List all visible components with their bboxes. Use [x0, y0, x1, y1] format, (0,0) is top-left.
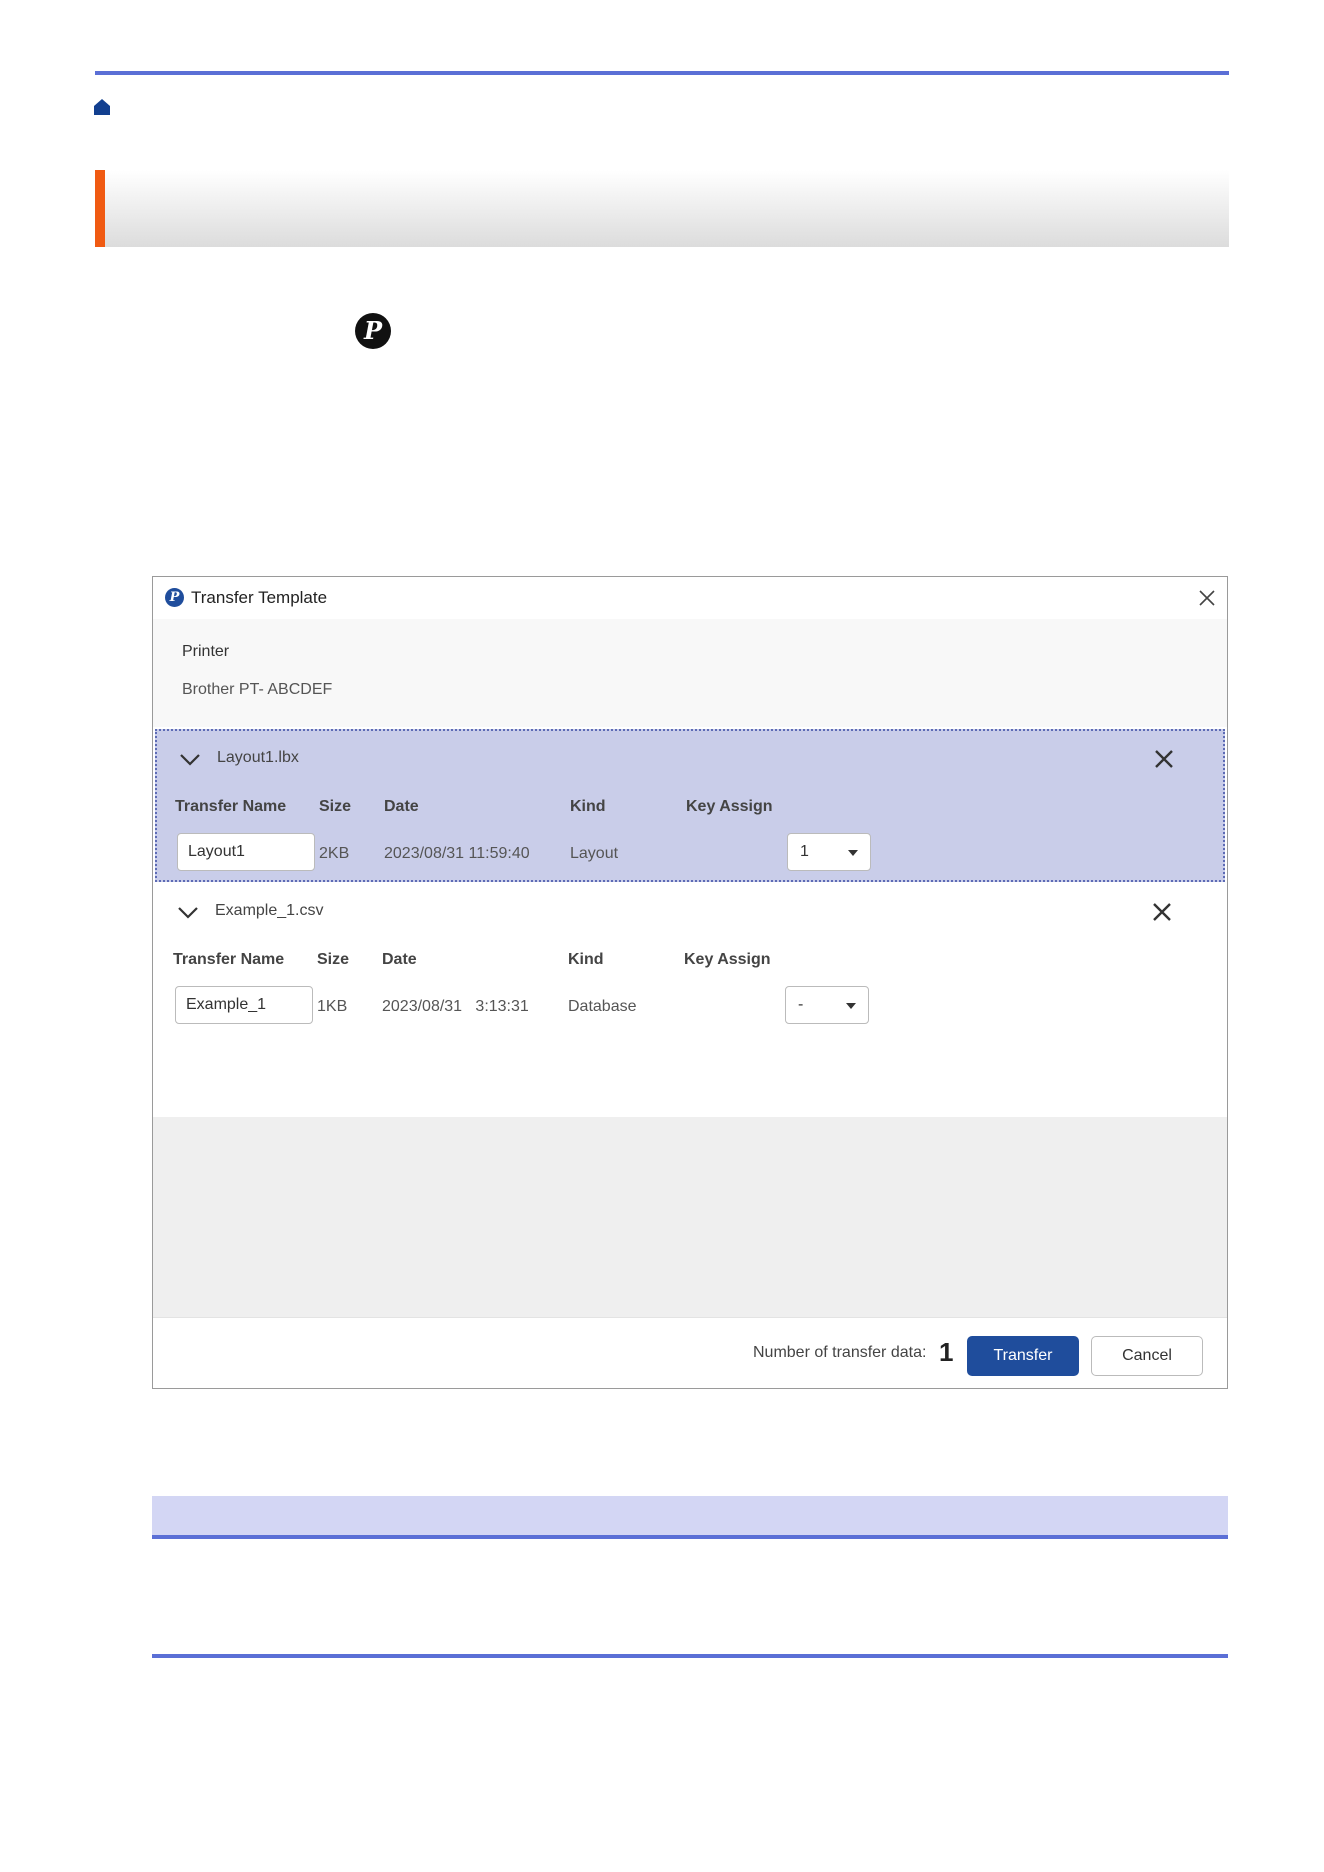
- key-assign-select[interactable]: 1: [787, 833, 871, 871]
- footer-divider: [153, 1317, 1227, 1318]
- cancel-button[interactable]: Cancel: [1091, 1336, 1203, 1376]
- transfer-count-value: 1: [939, 1337, 954, 1367]
- file-panel-layout1[interactable]: Layout1.lbx Transfer Name Size Date Kind…: [155, 729, 1225, 882]
- printer-name: Brother PT- ABCDEF: [182, 681, 333, 698]
- transfer-count-label: Number of transfer data:: [753, 1344, 927, 1361]
- column-header-kind: Kind: [570, 798, 606, 815]
- file-size: 2KB: [319, 845, 350, 862]
- close-icon[interactable]: [1151, 901, 1173, 923]
- close-icon[interactable]: [1153, 748, 1175, 770]
- dialog-titlebar: P Transfer Template: [153, 577, 1227, 619]
- file-date: 2023/08/31 3:13:31: [382, 998, 529, 1015]
- note-header-bar: [152, 1496, 1228, 1536]
- empty-list-area: [153, 1117, 1227, 1317]
- key-assign-value: -: [798, 996, 804, 1013]
- printer-area: Printer Brother PT- ABCDEF: [153, 619, 1227, 727]
- column-header-size: Size: [317, 951, 350, 968]
- file-name: Example_1.csv: [215, 902, 324, 919]
- transfer-name-input[interactable]: Layout1: [177, 833, 315, 871]
- file-panel-example1[interactable]: Example_1.csv Transfer Name Size Date Ki…: [155, 884, 1225, 1037]
- p-logo-icon: P: [355, 313, 391, 349]
- column-header-date: Date: [382, 951, 417, 968]
- dropdown-arrow-icon: [848, 850, 858, 856]
- column-header-transfer-name: Transfer Name: [175, 798, 287, 815]
- column-header-key-assign: Key Assign: [686, 798, 773, 815]
- transfer-name-input[interactable]: Example_1: [175, 986, 313, 1024]
- transfer-template-dialog: P Transfer Template Printer Brother PT- …: [152, 576, 1228, 1389]
- column-header-date: Date: [384, 798, 419, 815]
- transfer-button[interactable]: Transfer: [967, 1336, 1079, 1376]
- top-rule: [95, 71, 1229, 75]
- home-icon[interactable]: [93, 98, 111, 116]
- close-icon[interactable]: [1196, 587, 1218, 609]
- dropdown-arrow-icon: [846, 1003, 856, 1009]
- title-accent: [95, 170, 105, 247]
- section-title-bar: [95, 170, 1229, 247]
- note-rule-top: [152, 1535, 1228, 1539]
- dialog-title: Transfer Template: [191, 588, 328, 607]
- app-logo-icon: P: [165, 588, 184, 607]
- column-header-kind: Kind: [568, 951, 604, 968]
- file-kind: Layout: [570, 845, 619, 862]
- file-size: 1KB: [317, 998, 348, 1015]
- chevron-down-icon[interactable]: [177, 906, 199, 920]
- file-name: Layout1.lbx: [217, 749, 299, 766]
- note-rule-bottom: [152, 1654, 1228, 1658]
- key-assign-value: 1: [800, 843, 809, 860]
- file-kind: Database: [568, 998, 637, 1015]
- file-date: 2023/08/31 11:59:40: [384, 845, 530, 862]
- key-assign-select[interactable]: -: [785, 986, 869, 1024]
- printer-label: Printer: [182, 643, 230, 660]
- chevron-down-icon[interactable]: [179, 753, 201, 767]
- column-header-transfer-name: Transfer Name: [173, 951, 285, 968]
- column-header-size: Size: [319, 798, 352, 815]
- column-header-key-assign: Key Assign: [684, 951, 771, 968]
